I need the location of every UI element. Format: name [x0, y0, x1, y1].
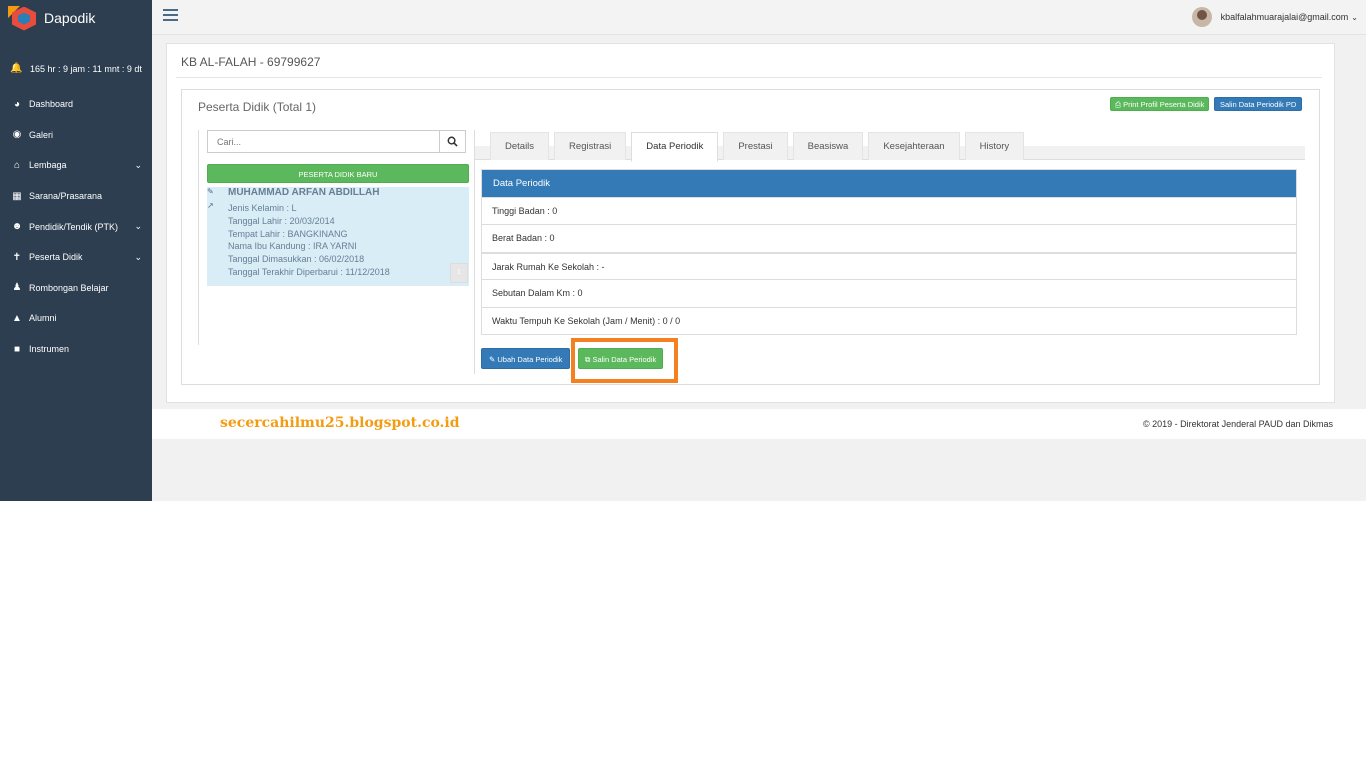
timer-text: 165 hr : 9 jam : 11 mnt : 9 dt — [30, 64, 142, 74]
sidebar-item-label: Sarana/Prasarana — [29, 191, 103, 202]
chevron-down-icon: ⌄ — [134, 221, 142, 232]
print-profile-button[interactable]: ⎙ Print Profil Peserta Didik — [1110, 97, 1210, 111]
home-icon: ⌂ — [13, 159, 21, 171]
sidebar-item-label: Pendidik/Tendik (PTK) — [29, 221, 119, 232]
folder-icon: ■ — [13, 343, 21, 355]
bell-icon: 🔔 — [10, 63, 23, 74]
pagination-page[interactable]: 1 — [450, 263, 468, 283]
sebutan-km-row: Sebutan Dalam Km : 0 — [482, 279, 1296, 306]
user-email: kbalfalahmuarajalai@gmail.com — [1220, 12, 1349, 22]
session-timer: 🔔 165 hr : 9 jam : 11 mnt : 9 dt — [0, 35, 152, 75]
brand[interactable]: Dapodik — [0, 0, 152, 35]
sidebar-item-instrumen[interactable]: ■ Instrumen — [0, 334, 152, 365]
student-actions: ✎ ↗ — [207, 188, 217, 216]
footer: secercahilmu25.blogspot.co.id © 2019 - D… — [152, 409, 1366, 439]
edit-data-periodik-label: Ubah Data Periodik — [497, 355, 563, 364]
sidebar-item-peserta-didik[interactable]: ✝ Peserta Didik ⌄ — [0, 242, 152, 273]
print-profile-label: Print Profil Peserta Didik — [1123, 100, 1205, 109]
copy-data-periodik-label: Salin Data Periodik — [592, 355, 657, 364]
brand-name: Dapodik — [44, 9, 96, 26]
dapodik-logo — [8, 4, 38, 32]
app-shell: Dapodik 🔔 165 hr : 9 jam : 11 mnt : 9 dt… — [0, 0, 1366, 501]
watermark-text: secercahilmu25.blogspot.co.id — [220, 415, 460, 431]
child-icon: ✝ — [12, 251, 22, 263]
add-student-button[interactable]: PESERTA DIDIK BARU — [207, 164, 469, 183]
copy-icon: ⧉ — [585, 355, 591, 364]
main-content: KB AL-FALAH - 69799627 Peserta Didik (To… — [166, 43, 1335, 403]
sidebar-item-label: Galeri — [29, 129, 54, 140]
data-periodik-panel: Data Periodik Tinggi Badan : 0 Berat Bad… — [481, 169, 1297, 335]
tab-kesejahteraan[interactable]: Kesejahteraan — [868, 132, 960, 160]
data-periodik-heading: Data Periodik — [482, 170, 1296, 197]
chevron-down-icon: ⌄ — [134, 251, 142, 262]
student-updated-date: Tanggal Terakhir Diperbarui : 11/12/2018 — [228, 266, 390, 277]
salin-data-periodik-pd-button[interactable]: Salin Data Periodik PD — [1214, 97, 1303, 111]
edit-data-periodik-button[interactable]: ✎ Ubah Data Periodik — [481, 348, 571, 369]
jarak-rumah-row: Jarak Rumah Ke Sekolah : - — [482, 251, 1296, 279]
sidebar-item-label: Alumni — [29, 313, 57, 324]
tab-history[interactable]: History — [964, 132, 1025, 160]
student-details: Jenis Kelamin : L Tanggal Lahir : 20/03/… — [228, 202, 390, 279]
sidebar-item-label: Dashboard — [29, 99, 74, 110]
print-icon: ⎙ — [1115, 100, 1121, 109]
sidebar-item-sarana[interactable]: ▦ Sarana/Prasarana — [0, 181, 152, 212]
student-birth-place: Tempat Lahir : BANGKINANG — [228, 228, 348, 239]
sidebar-item-label: Lembaga — [29, 160, 67, 171]
building-icon: ▦ — [12, 190, 22, 202]
sidebar: Dapodik 🔔 165 hr : 9 jam : 11 mnt : 9 dt… — [0, 0, 152, 501]
student-mother-name: Nama Ibu Kandung : IRA YARNI — [228, 241, 357, 252]
camera-icon: ◉ — [12, 129, 22, 141]
student-birth-date: Tanggal Lahir : 20/03/2014 — [228, 215, 335, 226]
search-icon — [447, 136, 458, 147]
sidebar-item-label: Rombongan Belajar — [29, 282, 109, 293]
sidebar-item-label: Instrumen — [29, 344, 70, 355]
menu-toggle-icon[interactable] — [163, 9, 178, 24]
tab-prestasi[interactable]: Prestasi — [723, 132, 788, 160]
tab-data-periodik[interactable]: Data Periodik — [631, 132, 719, 162]
chevron-down-icon: ⌄ — [134, 159, 142, 170]
sidebar-item-alumni[interactable]: ▲ Alumni — [0, 303, 152, 334]
graduation-cap-icon: ▲ — [12, 312, 22, 324]
avatar — [1191, 7, 1212, 27]
student-list-column: PESERTA DIDIK BARU ✎ ↗ MUHAMMAD ARFAN AB… — [198, 130, 469, 345]
pencil-icon: ✎ — [489, 355, 496, 364]
search-button[interactable] — [439, 130, 466, 153]
edit-icon[interactable]: ✎ — [207, 188, 215, 196]
user-menu[interactable]: kbalfalahmuarajalai@gmail.com ⌄ — [1191, 7, 1358, 27]
tab-beasiswa[interactable]: Beasiswa — [792, 132, 864, 160]
sidebar-nav: ◕ Dashboard ◉ Galeri ⌂ Lembaga ⌄ ▦ Saran… — [0, 89, 152, 364]
tab-registrasi[interactable]: Registrasi — [554, 132, 627, 160]
sidebar-item-galeri[interactable]: ◉ Galeri — [0, 120, 152, 151]
chevron-down-icon: ⌄ — [1351, 12, 1358, 22]
sidebar-item-label: Peserta Didik — [29, 252, 83, 263]
sidebar-item-lembaga[interactable]: ⌂ Lembaga ⌄ — [0, 150, 152, 181]
user-icon: ☻ — [11, 221, 23, 233]
student-detail-column: Details Registrasi Data Periodik Prestas… — [474, 130, 1305, 374]
tab-details[interactable]: Details — [490, 132, 550, 160]
sidebar-item-rombel[interactable]: ♟ Rombongan Belajar — [0, 273, 152, 304]
student-entry-date: Tanggal Dimasukkan : 06/02/2018 — [228, 254, 365, 265]
sidebar-item-dashboard[interactable]: ◕ Dashboard — [0, 89, 152, 120]
search-input[interactable] — [207, 130, 440, 153]
student-gender: Jenis Kelamin : L — [228, 203, 297, 213]
copy-data-periodik-button[interactable]: ⧉ Salin Data Periodik — [578, 348, 664, 369]
tinggi-badan-row: Tinggi Badan : 0 — [482, 197, 1296, 224]
external-link-icon[interactable]: ↗ — [207, 202, 215, 210]
sidebar-item-ptk[interactable]: ☻ Pendidik/Tendik (PTK) ⌄ — [0, 211, 152, 242]
student-list-item[interactable]: ✎ ↗ MUHAMMAD ARFAN ABDILLAH Jenis Kelami… — [207, 187, 469, 286]
page-title: KB AL-FALAH - 69799627 — [181, 55, 321, 69]
panel-title: Peserta Didik (Total 1) — [198, 100, 317, 114]
top-header: kbalfalahmuarajalai@gmail.com ⌄ — [152, 0, 1366, 35]
users-icon: ♟ — [12, 282, 22, 294]
waktu-tempuh-row: Waktu Tempuh Ke Sekolah (Jam / Menit) : … — [482, 306, 1296, 334]
salin-pd-label: Salin Data Periodik PD — [1220, 100, 1297, 109]
dashboard-icon: ◕ — [13, 98, 21, 110]
berat-badan-row: Berat Badan : 0 — [482, 224, 1296, 251]
copyright-text: © 2019 - Direktorat Jenderal PAUD dan Di… — [1142, 419, 1333, 429]
student-name: MUHAMMAD ARFAN ABDILLAH — [228, 187, 380, 198]
peserta-didik-panel: Peserta Didik (Total 1) ⎙ Print Profil P… — [181, 89, 1320, 385]
detail-tabs: Details Registrasi Data Periodik Prestas… — [475, 130, 1305, 162]
divider — [176, 77, 1322, 78]
